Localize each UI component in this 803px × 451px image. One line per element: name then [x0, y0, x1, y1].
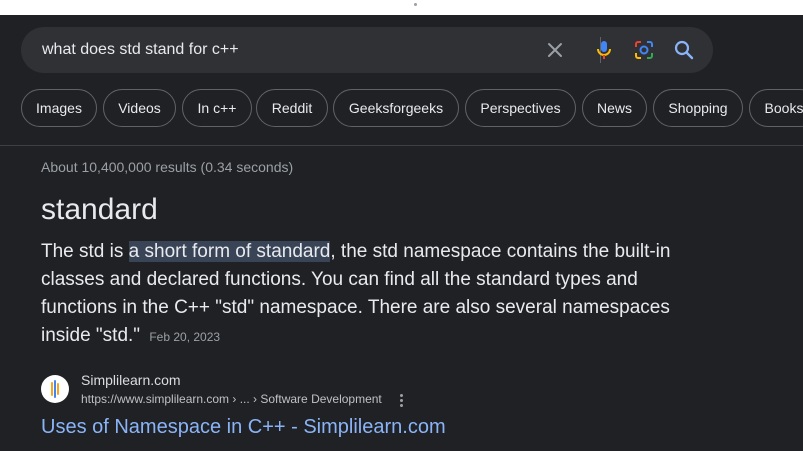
simplilearn-logo-icon[interactable]	[41, 375, 69, 403]
source-site-name[interactable]: Simplilearn.com	[81, 372, 181, 388]
header-divider	[0, 145, 803, 146]
browser-top-strip	[0, 0, 803, 15]
microphone-icon[interactable]	[592, 38, 616, 62]
featured-answer: standard	[41, 193, 158, 226]
snippet-highlight: a short form of standard	[128, 241, 331, 262]
snippet-text-before: The std is	[41, 241, 129, 262]
source-url[interactable]: https://www.simplilearn.com › ... › Soft…	[81, 392, 382, 406]
chip-videos[interactable]: Videos	[103, 89, 176, 127]
featured-snippet: The std is a short form of standard, the…	[41, 238, 691, 351]
result-stats: About 10,400,000 results (0.34 seconds)	[41, 159, 294, 175]
drag-handle-dot	[414, 3, 417, 6]
filter-chips: Images Videos In c++ Reddit Geeksforgeek…	[21, 89, 803, 129]
search-icon[interactable]	[672, 38, 696, 62]
chip-reddit[interactable]: Reddit	[256, 89, 328, 127]
snippet-date: Feb 20, 2023	[149, 330, 221, 344]
chip-news[interactable]: News	[582, 89, 647, 127]
chip-images[interactable]: Images	[21, 89, 97, 127]
result-title-link[interactable]: Uses of Namespace in C++ - Simplilearn.c…	[41, 416, 446, 439]
chip-perspectives[interactable]: Perspectives	[465, 89, 576, 127]
search-box[interactable]	[21, 27, 713, 73]
lens-icon[interactable]	[632, 38, 656, 62]
chip-geeksforgeeks[interactable]: Geeksforgeeks	[333, 89, 459, 127]
search-input[interactable]	[42, 41, 522, 59]
chip-shopping[interactable]: Shopping	[653, 89, 743, 127]
chip-in-cpp[interactable]: In c++	[182, 89, 252, 127]
chip-books[interactable]: Books	[749, 89, 803, 127]
close-icon[interactable]	[543, 38, 567, 62]
more-options-icon[interactable]	[396, 392, 406, 408]
